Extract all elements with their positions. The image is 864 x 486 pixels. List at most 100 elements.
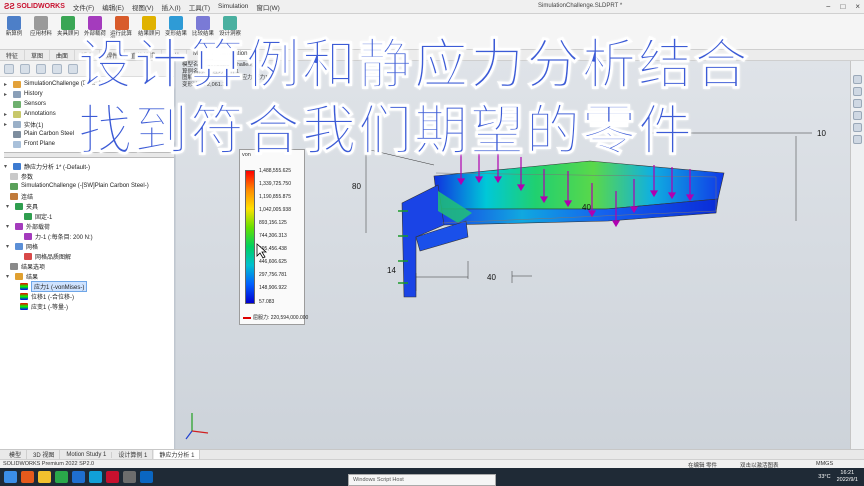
study-item-fixed-1[interactable]: 固定-1 [4,211,174,221]
results-folder-icon [15,272,23,280]
property-manager-icon[interactable] [20,63,30,74]
overlay-caption-line2: 找到符合我们期望的零件 [78,99,694,163]
legend-value: 1,339,725.750 [259,181,291,187]
study-item-fixtures[interactable]: ▾ 夹具 [4,201,174,211]
new-study-button[interactable]: 新算例 [2,16,26,37]
dim-40-bottom[interactable]: 40 [487,273,496,282]
system-tray: 33°C 16:21 2022/9/1 [818,470,858,483]
tab-sketch[interactable]: 草图 [25,50,51,60]
start-icon[interactable] [4,471,17,483]
expand-icon[interactable]: ▸ [4,81,10,88]
status-product: SOLIDWORKS Premium 2022 SP2.0 [3,461,95,467]
legend-value: 1,042,005.938 [259,207,291,213]
plane-icon [13,140,21,148]
title-bar: ƧƧ SOLIDWORKS 文件(F) 编辑(E) 视图(V) 插入(I) 工具… [0,0,864,14]
material-icon [34,16,48,30]
solidworks-logo[interactable]: ƧƧ SOLIDWORKS [0,2,69,11]
legend-value: 1,190,855.875 [259,194,291,200]
menu-insert[interactable]: 插入(I) [158,2,185,12]
display-manager-icon[interactable] [68,63,78,74]
dim-40-top[interactable]: 40 [582,203,591,212]
resources-icon[interactable] [853,75,862,84]
custom-properties-icon[interactable] [853,135,862,144]
mouse-cursor-icon [256,243,268,259]
solidworks-taskbar-icon[interactable] [106,471,119,483]
edge-icon[interactable] [89,471,102,483]
tab-surfaces[interactable]: 曲面 [50,50,76,60]
word-icon[interactable] [72,471,85,483]
menu-file[interactable]: 文件(F) [69,2,98,12]
windows-script-host-popup[interactable]: Windows Script Host [348,474,496,486]
legend-value: 446,606.625 [259,259,287,265]
study-item-result-options[interactable]: 结果选项 [4,261,174,271]
appearances-icon[interactable] [853,123,862,132]
fixed-icon [24,212,32,220]
menu-simulation[interactable]: Simulation [214,3,252,10]
part-icon [13,80,21,88]
close-button[interactable]: × [855,2,860,11]
study-item-strain-1[interactable]: 应变1 (-等量-) [4,301,174,311]
design-library-icon[interactable] [853,87,862,96]
firefox-icon[interactable] [21,471,34,483]
yield-strength: 屈服力: 220,594,000.000 [243,314,308,321]
status-units[interactable]: MMGS [816,461,833,467]
menu-view[interactable]: 视图(V) [128,2,158,12]
study-item-part[interactable]: SimulationChallenge (-[SW]Plain Carbon S… [4,181,174,191]
file-explorer-icon[interactable] [853,99,862,108]
minimize-button[interactable]: − [826,2,831,11]
study-item-mesh-quality[interactable]: 网格品质图解 [4,251,174,261]
menu-tools[interactable]: 工具(T) [185,2,214,12]
study-item-connections[interactable]: 连结 [4,191,174,201]
material-icon [13,130,21,138]
view-palette-icon[interactable] [853,111,862,120]
maximize-button[interactable]: □ [840,2,845,11]
dim-80[interactable]: 80 [352,182,361,191]
tab-motion-study[interactable]: Motion Study 1 [61,451,113,458]
mesh-quality-icon [24,252,32,260]
dimxpert-icon[interactable] [52,63,62,74]
window-controls: − □ × [826,2,860,11]
study-icon [13,162,21,170]
connections-icon [10,192,18,200]
history-icon [13,90,21,98]
legend-value: 744,306.313 [259,233,287,239]
displacement-plot-icon [20,292,28,300]
config-manager-icon[interactable] [36,63,46,74]
part-material-icon [10,182,18,190]
tab-model[interactable]: 模型 [4,450,28,459]
legend-value: 57.083 [259,299,275,305]
study-item-external-loads[interactable]: ▾ 外部载荷 [4,221,174,231]
document-title: SimulationChallenge.SLDPRT * [538,3,623,9]
yield-arrow-icon [243,316,251,319]
fixture-advisor-button[interactable]: 夹具顾问 [56,16,80,37]
tab-static-study[interactable]: 静应力分析 1 [154,450,201,459]
feature-tree-icon[interactable] [4,63,14,74]
folder-icon[interactable] [38,471,51,483]
tab-features[interactable]: 特征 [0,50,26,60]
weather-temperature[interactable]: 33°C [818,474,830,480]
clock[interactable]: 16:21 2022/9/1 [837,470,858,483]
stress-legend[interactable]: von 1,488,555.625 1,339,725.750 1,190,85… [239,149,308,325]
dim-14[interactable]: 14 [387,266,396,275]
task-pane-tabs [850,61,864,449]
study-item-mesh[interactable]: ▾ 网格 [4,241,174,251]
fixture-icon [61,16,75,30]
excel-icon[interactable] [55,471,68,483]
legend-value: 893,156.125 [259,220,287,226]
study-item-parameters[interactable]: 参数 [4,171,174,181]
app-icon-2[interactable] [140,471,153,483]
study-item-stress-1[interactable]: 应力1 (-vonMises-) [4,280,174,292]
tab-3d-views[interactable]: 3D 视图 [28,450,61,459]
menu-window[interactable]: 窗口(W) [252,2,283,12]
view-triad[interactable] [185,413,209,440]
dim-10[interactable]: 10 [817,129,826,138]
app-icon[interactable] [123,471,136,483]
tab-design-study[interactable]: 设计算例 1 [113,450,154,459]
menu-edit[interactable]: 编辑(E) [98,2,128,12]
study-item-results[interactable]: ▾ 结果 [4,271,174,281]
study-item-displacement-1[interactable]: 位移1 (-合位移-) [4,291,174,301]
apply-material-button[interactable]: 应用材料 [29,16,53,37]
beam-top-face[interactable] [433,160,725,210]
study-item-force-1[interactable]: 力-1 (:每条目: 200 N:) [4,231,174,241]
app-name: SOLIDWORKS [16,3,65,10]
